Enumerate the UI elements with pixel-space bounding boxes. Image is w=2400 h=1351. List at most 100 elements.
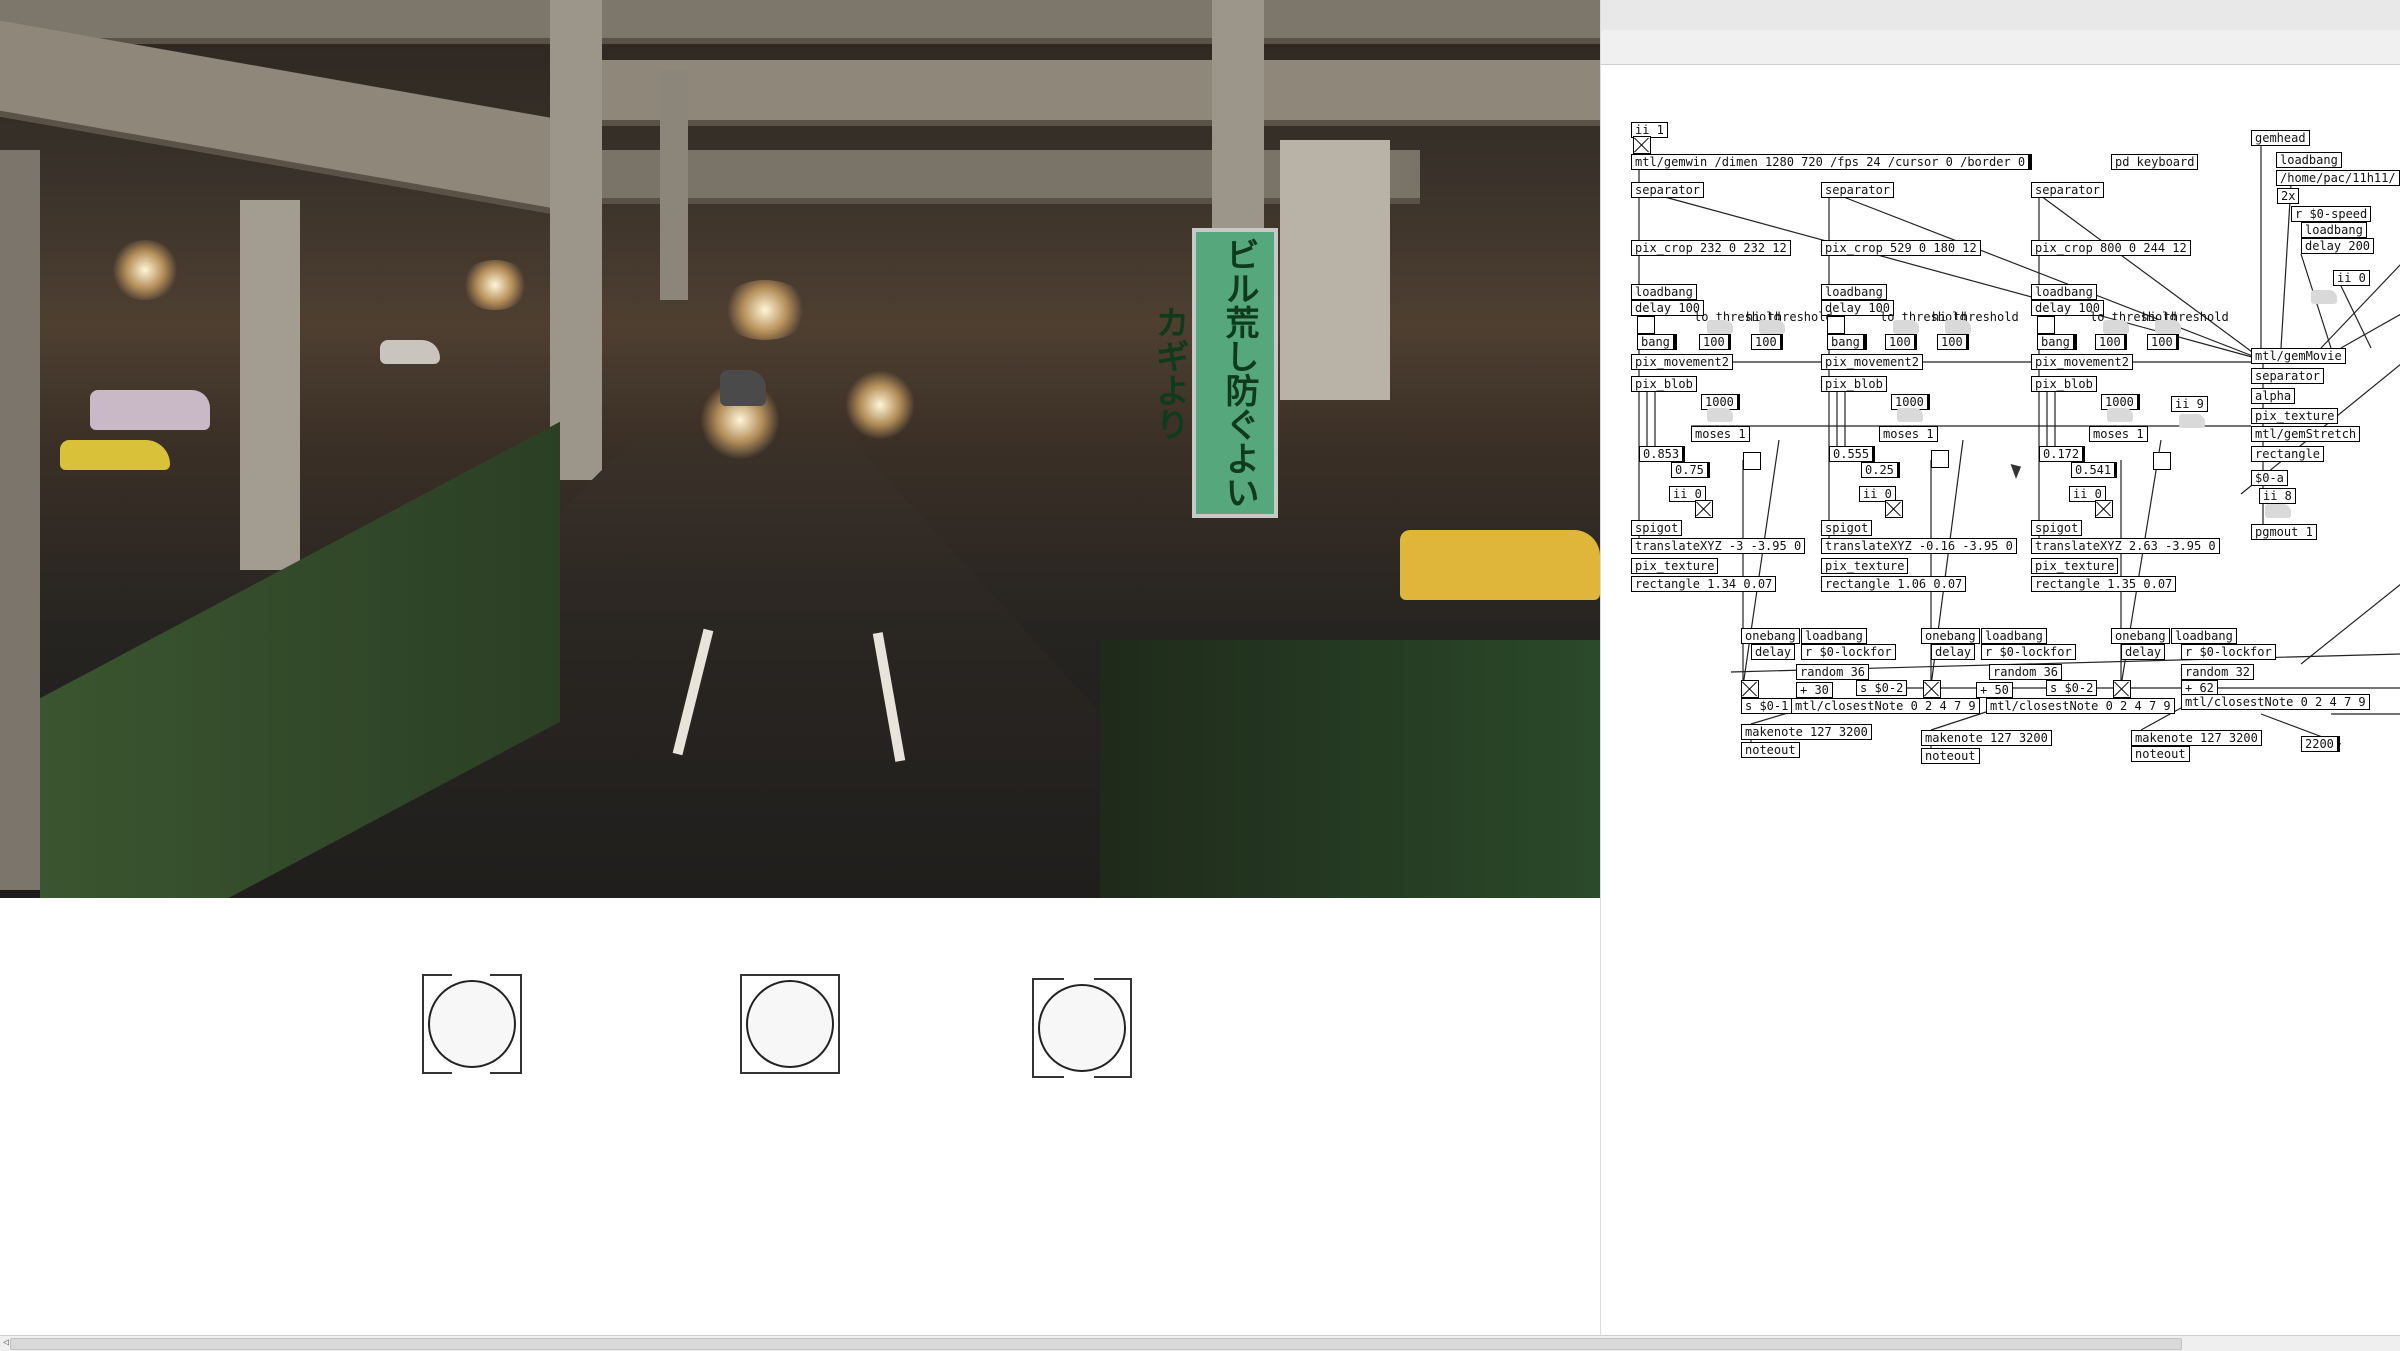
bang-button[interactable]: [1827, 316, 1845, 334]
number-box[interactable]: [1759, 320, 1785, 334]
patch-object-box[interactable]: random 32: [2181, 664, 2255, 680]
patch-object-box[interactable]: r $0-speed: [2291, 206, 2372, 222]
number-box[interactable]: [2179, 414, 2205, 428]
patch-number-box[interactable]: 100: [2095, 334, 2127, 350]
patch-object-box[interactable]: loadbang: [1631, 284, 1697, 300]
toggle-c[interactable]: [1032, 976, 1132, 1080]
patch-object-box[interactable]: + 30: [1796, 682, 1833, 698]
patch-object-box[interactable]: rectangle 1.34 0.07: [1631, 576, 1777, 592]
toggle-box[interactable]: [2095, 500, 2113, 518]
patch-number-box[interactable]: 0.75: [1671, 462, 1710, 478]
patch-message-box[interactable]: bang: [1637, 334, 1677, 350]
patch-object-box[interactable]: delay: [1931, 644, 1976, 660]
patch-number-box[interactable]: 100: [2147, 334, 2179, 350]
patch-object-box[interactable]: mtl/closestNote 0 2 4 7 9: [1791, 698, 1980, 714]
patch-object-box[interactable]: pix_blob: [2031, 376, 2097, 392]
patch-object-box[interactable]: pix_crop 529 0 180 12: [1821, 240, 1981, 256]
patch-number-box[interactable]: 100: [1885, 334, 1917, 350]
patch-object-box[interactable]: r $0-lockfor: [1801, 644, 1896, 660]
patch-object-box[interactable]: pix_crop 232 0 232 12: [1631, 240, 1791, 256]
patch-object-box[interactable]: loadbang: [1801, 628, 1867, 644]
number-box[interactable]: [1897, 408, 1923, 422]
patch-object-box[interactable]: s $0-2: [1856, 680, 1908, 696]
patch-number-box[interactable]: 0.25: [1861, 462, 1900, 478]
toggle-a[interactable]: [422, 972, 522, 1076]
patch-object-box[interactable]: gemhead: [2251, 130, 2310, 146]
toggle-box[interactable]: [1695, 500, 1713, 518]
patch-object-box[interactable]: loadbang: [2301, 222, 2367, 238]
patch-object-box[interactable]: makenote 127 3200: [1921, 730, 2052, 746]
patch-message-box[interactable]: /home/pac/11h11/: [2276, 170, 2400, 186]
patch-object-box[interactable]: moses 1: [1879, 426, 1938, 442]
patch-object-box[interactable]: noteout: [1741, 742, 1800, 758]
patch-number-box[interactable]: 100: [1937, 334, 1969, 350]
bang-button[interactable]: [2153, 452, 2171, 470]
patch-object-box[interactable]: delay: [2121, 644, 2166, 660]
horizontal-scrollbar[interactable]: ◁: [0, 1335, 2400, 1351]
patch-object-box[interactable]: separator: [1821, 182, 1895, 198]
patch-object-box[interactable]: r $0-lockfor: [2181, 644, 2276, 660]
patch-object-box[interactable]: rectangle: [2251, 446, 2325, 462]
patch-object-box[interactable]: onebang: [1921, 628, 1980, 644]
patch-object-box[interactable]: onebang: [1741, 628, 1800, 644]
patch-object-box[interactable]: mtl/gemStretch: [2251, 426, 2361, 442]
number-box[interactable]: [2103, 320, 2129, 334]
patch-object-box[interactable]: + 50: [1976, 682, 2013, 698]
patch-object-box[interactable]: translateXYZ -0.16 -3.95 0: [1821, 538, 2017, 554]
number-box[interactable]: [1945, 320, 1971, 334]
number-box[interactable]: [2265, 504, 2291, 518]
patch-object-box[interactable]: separator: [2031, 182, 2105, 198]
patch-object-box[interactable]: loadbang: [2276, 152, 2342, 168]
bang-button[interactable]: [1931, 450, 1949, 468]
patch-object-box[interactable]: 2x: [2277, 188, 2300, 204]
patch-object-box[interactable]: s $0-2: [2046, 680, 2098, 696]
patch-object-box[interactable]: noteout: [1921, 748, 1980, 764]
patch-object-box[interactable]: pix_texture: [2251, 408, 2339, 424]
patch-number-box[interactable]: 2200: [2301, 736, 2340, 752]
number-box[interactable]: [2107, 408, 2133, 422]
patch-number-box[interactable]: 0.555: [1829, 446, 1876, 462]
patch-object-box[interactable]: mtl/closestNote 0 2 4 7 9: [1986, 698, 2175, 714]
patch-object-box[interactable]: loadbang: [1981, 628, 2047, 644]
bang-button[interactable]: [2037, 316, 2055, 334]
patch-object-box[interactable]: spigot: [2031, 520, 2083, 536]
patch-object-box[interactable]: separator: [2251, 368, 2325, 384]
patch-object-box[interactable]: pix_movement2: [2031, 354, 2133, 370]
patch-object-box[interactable]: delay 200: [2301, 238, 2375, 254]
patch-object-box[interactable]: loadbang: [2171, 628, 2237, 644]
patch-number-box[interactable]: 0.172: [2039, 446, 2086, 462]
patch-object-box[interactable]: alpha: [2251, 388, 2296, 404]
patch-object-box[interactable]: delay: [1751, 644, 1796, 660]
patch-object-box[interactable]: makenote 127 3200: [1741, 724, 1872, 740]
patch-object-box[interactable]: mtl/gemMovie: [2251, 348, 2346, 364]
patch-object-box[interactable]: loadbang: [2031, 284, 2097, 300]
number-box[interactable]: [2311, 290, 2337, 304]
patch-number-box[interactable]: 100: [1751, 334, 1783, 350]
patch-object-box[interactable]: translateXYZ -3 -3.95 0: [1631, 538, 1806, 554]
patch-message-box[interactable]: bang: [1827, 334, 1867, 350]
patch-object-box[interactable]: pix_movement2: [1821, 354, 1923, 370]
patch-number-box[interactable]: 0.853: [1639, 446, 1686, 462]
patch-object-box[interactable]: ii 8: [2259, 488, 2296, 504]
patch-object-box[interactable]: pix_blob: [1631, 376, 1697, 392]
patch-object-box[interactable]: pix_movement2: [1631, 354, 1733, 370]
toggle-box[interactable]: [2113, 680, 2131, 698]
patch-object-box[interactable]: pd keyboard: [2111, 154, 2199, 170]
number-box[interactable]: [1893, 320, 1919, 334]
patch-object-box[interactable]: translateXYZ 2.63 -3.95 0: [2031, 538, 2220, 554]
patch-object-box[interactable]: moses 1: [2089, 426, 2148, 442]
patch-number-box[interactable]: 100: [1699, 334, 1731, 350]
number-box[interactable]: [1707, 408, 1733, 422]
patch-object-box[interactable]: separator: [1631, 182, 1705, 198]
patch-message-box[interactable]: mtl/gemwin /dimen 1280 720 /fps 24 /curs…: [1631, 154, 2033, 170]
patch-object-box[interactable]: spigot: [1821, 520, 1873, 536]
patch-object-box[interactable]: ii 9: [2171, 396, 2208, 412]
patch-object-box[interactable]: pix_blob: [1821, 376, 1887, 392]
patch-object-box[interactable]: rectangle 1.35 0.07: [2031, 576, 2177, 592]
scrollbar-thumb[interactable]: [10, 1338, 2182, 1350]
patch-message-box[interactable]: bang: [2037, 334, 2077, 350]
bang-button[interactable]: [1743, 452, 1761, 470]
patch-object-box[interactable]: pix_crop 800 0 244 12: [2031, 240, 2191, 256]
patch-object-box[interactable]: r $0-lockfor: [1981, 644, 2076, 660]
patch-object-box[interactable]: pix_texture: [2031, 558, 2119, 574]
